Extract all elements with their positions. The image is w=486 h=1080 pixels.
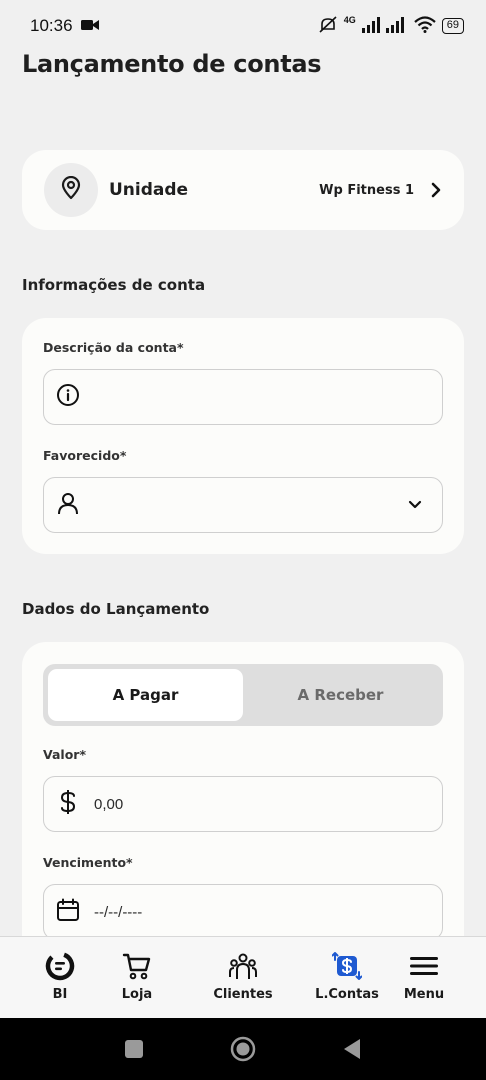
unit-value: Wp Fitness 1 [319,182,414,198]
tab-a-pagar[interactable]: A Pagar [48,669,243,721]
due-date-label: Vencimento* [43,855,133,870]
value-label: Valor* [43,747,86,762]
description-label: Descrição da conta* [43,340,184,355]
home-icon[interactable] [230,1036,256,1066]
signal-icon-2 [385,16,408,36]
people-icon [228,951,258,981]
back-icon[interactable] [342,1037,362,1065]
account-info-title: Informações de conta [22,276,206,294]
launch-data-card: A Pagar A Receber Valor* 0,00 Vencimento… [22,642,464,962]
status-time: 10:36 [30,16,73,35]
wifi-icon [414,16,436,36]
value-amount: 0,00 [94,795,124,813]
payment-type-toggle: A Pagar A Receber [43,664,443,726]
system-navigation-bar [0,1018,486,1080]
nav-item-lcontas[interactable]: L.Contas [315,937,379,1018]
battery-indicator: 69 [441,18,464,34]
mute-vibrate-icon [318,15,338,37]
account-transfer-icon [332,951,362,981]
launch-data-title: Dados do Lançamento [22,600,210,618]
hamburger-menu-icon [409,951,439,981]
video-camera-icon [80,16,99,36]
unit-selector[interactable]: Unidade Wp Fitness 1 [22,150,464,230]
payee-select[interactable] [43,477,443,533]
bi-chart-icon [45,951,75,981]
nav-item-bi[interactable]: BI [0,937,120,1018]
value-input[interactable]: 0,00 [43,776,443,832]
tab-a-receber[interactable]: A Receber [243,669,438,721]
payee-label: Favorecido* [43,448,127,463]
info-icon [56,383,80,411]
unit-label: Unidade [109,180,189,200]
nav-label-bi: BI [52,987,68,1002]
bottom-navigation: BI Loja Clientes L.Contas Menu [0,936,486,1018]
nav-label-loja: Loja [121,987,153,1002]
chevron-down-icon [408,500,422,510]
nav-label-menu: Menu [403,987,445,1002]
page-title: Lançamento de contas [22,50,322,78]
nav-item-menu[interactable]: Menu [362,937,486,1018]
location-pin-icon [60,175,82,204]
nav-label-clientes: Clientes [213,987,273,1002]
chevron-right-icon [430,182,442,198]
description-input[interactable] [43,369,443,425]
signal-icon-1 [361,16,380,36]
recent-apps-icon[interactable] [124,1039,144,1063]
due-date-value: --/--/---- [94,903,143,921]
cart-icon [122,951,152,981]
unit-icon-container [44,163,98,217]
user-icon [56,491,80,519]
nav-item-clientes[interactable]: Clientes [154,937,332,1018]
dollar-icon [56,789,80,819]
account-info-card: Descrição da conta* Favorecido* [22,318,464,554]
due-date-input[interactable]: --/--/---- [43,884,443,940]
calendar-icon [56,898,80,926]
status-bar: 10:36 4G 69 [0,0,486,52]
nav-item-loja[interactable]: Loja [120,937,154,1018]
network-type: 4G [343,15,356,25]
